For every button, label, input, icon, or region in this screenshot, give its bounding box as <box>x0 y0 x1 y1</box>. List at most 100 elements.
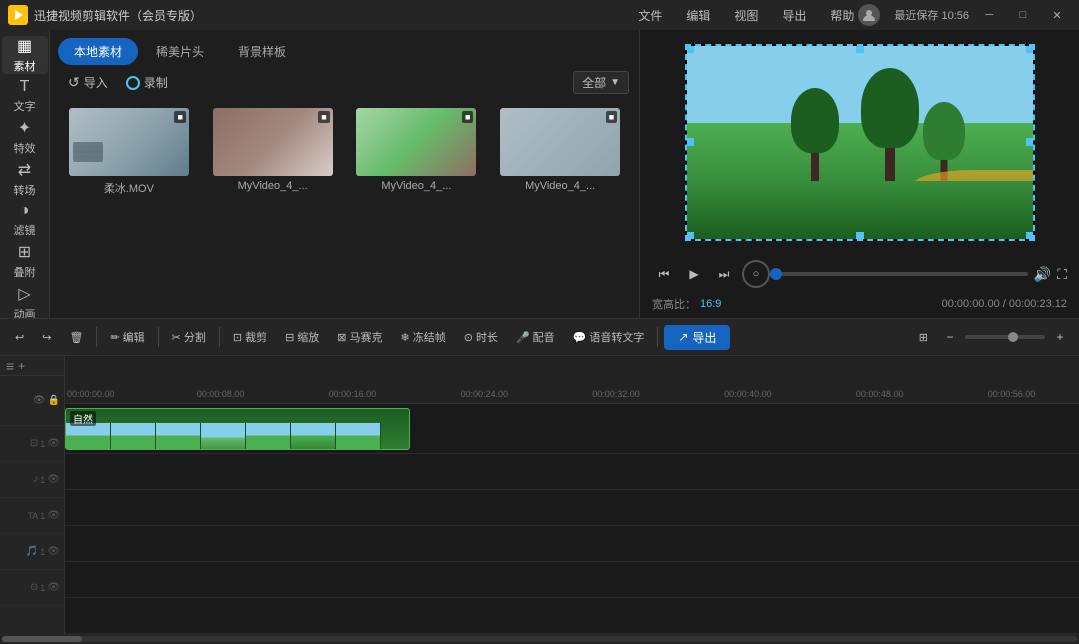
zoom-slider[interactable] <box>965 335 1045 339</box>
eye-icon-video[interactable]: 👁 <box>33 395 46 406</box>
zoom-in-button[interactable]: + <box>1049 326 1071 348</box>
aspect-ratio-value: 16:9 <box>700 298 721 310</box>
timeline-scrollbar[interactable] <box>0 634 1079 644</box>
sidebar-item-material[interactable]: ▦ 素材 <box>2 36 48 74</box>
redo-button[interactable]: ↪ <box>35 328 58 347</box>
preview-controls: ⏮ ▶ ⏭ ○ 🔊 ⛶ <box>640 254 1079 294</box>
resize-handle-tr[interactable] <box>1026 45 1034 53</box>
film-frame <box>336 423 381 450</box>
resize-handle-bl[interactable] <box>686 232 694 240</box>
sidebar-item-overlay[interactable]: ⊞ 叠附 <box>2 242 48 280</box>
menu-file[interactable]: 文件 <box>634 5 666 26</box>
filter-dropdown[interactable]: 全部 ▼ <box>573 71 629 94</box>
video-clip[interactable]: 自然 <box>65 408 410 450</box>
tab-backgrounds[interactable]: 背景样板 <box>222 38 302 65</box>
sidebar-item-animation[interactable]: ▷ 动画 <box>2 284 48 318</box>
ruler-label-1: 00:00:08.00 <box>197 389 245 399</box>
duration-button[interactable]: ⊙ 时长 <box>457 326 505 348</box>
delete-button[interactable]: 🗑 <box>62 328 90 347</box>
volume-icon[interactable]: 🔊 <box>1034 266 1051 283</box>
menu-edit[interactable]: 编辑 <box>682 5 714 26</box>
resize-handle-tl[interactable] <box>686 45 694 53</box>
trash-icon: 🗑 <box>69 331 83 344</box>
list-item[interactable]: ■ MyVideo_4_... <box>493 108 627 196</box>
resize-handle-ml[interactable] <box>686 138 694 146</box>
speech-icon: 💬 <box>573 331 587 344</box>
undo-button[interactable]: ↩ <box>8 328 31 347</box>
audio-button[interactable]: 🎤 配音 <box>509 326 562 348</box>
video-thumbnail-4[interactable]: ■ <box>500 108 620 176</box>
list-item[interactable]: ■ MyVideo_4_... <box>350 108 484 196</box>
export-button[interactable]: ↗ 导出 <box>664 325 730 350</box>
audio-track-label: ♪ 1 👁 <box>0 462 64 498</box>
record-button[interactable]: 录制 <box>144 74 168 91</box>
sidebar-item-text[interactable]: T 文字 <box>2 78 48 114</box>
edit-button[interactable]: ✏ 编辑 <box>103 326 151 348</box>
video-thumbnail-3[interactable]: ■ <box>356 108 476 176</box>
sidebar-item-effects[interactable]: ✦ 特效 <box>2 118 48 156</box>
mask-button[interactable]: ⊠ 马赛克 <box>330 326 389 348</box>
eye-icon-music[interactable]: 👁 <box>47 546 60 557</box>
video-badge: ■ <box>462 111 473 123</box>
skip-back-button[interactable]: ⏮ <box>652 262 676 286</box>
loop-button[interactable]: ○ <box>742 260 770 288</box>
import-button[interactable]: ↺ 导入 <box>60 71 116 94</box>
menu-bar[interactable]: 文件 编辑 视图 导出 帮助 <box>634 5 858 26</box>
video-label-3: MyVideo_4_... <box>381 180 451 192</box>
app-body: ▦ 素材 T 文字 ✦ 特效 ⇄ 转场 ◑ 滤镜 ⊞ 叠附 ▷ 动画 ♪ 配乐 <box>0 30 1079 318</box>
maximize-button[interactable]: □ <box>1009 4 1037 26</box>
list-item[interactable]: ■ MyVideo_4_... <box>206 108 340 196</box>
preview-area <box>640 30 1079 254</box>
ruler-label-2: 00:00:16.00 <box>329 389 377 399</box>
title-bar-right: 最近保存 10:56 ─ □ ✕ <box>858 4 1071 26</box>
subtitle-icon: ⊡ <box>30 438 38 449</box>
freeze-button[interactable]: ❄ 冻结帧 <box>394 326 453 348</box>
eye-icon-audio[interactable]: 👁 <box>47 474 60 485</box>
resize-handle-tm[interactable] <box>856 45 864 53</box>
fullscreen-icon[interactable]: ⛶ <box>1057 266 1067 283</box>
menu-view[interactable]: 视图 <box>730 5 762 26</box>
video-thumbnail-1[interactable]: ■ <box>69 108 189 176</box>
scroll-thumb[interactable] <box>2 636 82 642</box>
sidebar-item-transition[interactable]: ⇄ 转场 <box>2 160 48 198</box>
title-bar: 迅捷视频剪辑软件（会员专版） 文件 编辑 视图 导出 帮助 最近保存 10:56… <box>0 0 1079 30</box>
skip-forward-button[interactable]: ⏭ <box>712 262 736 286</box>
grid-view-button[interactable]: ⊞ <box>912 328 935 347</box>
resize-handle-br[interactable] <box>1026 232 1034 240</box>
progress-thumb[interactable] <box>770 268 782 280</box>
sidebar-item-filter[interactable]: ◑ 滤镜 <box>2 202 48 238</box>
list-item[interactable]: ■ 柔冰.MOV <box>62 108 196 196</box>
menu-help[interactable]: 帮助 <box>826 5 858 26</box>
tab-local-material[interactable]: 本地素材 <box>58 38 138 65</box>
video-badge: ■ <box>174 111 185 123</box>
close-button[interactable]: ✕ <box>1043 4 1071 26</box>
video-thumbnail-2[interactable]: ■ <box>213 108 333 176</box>
eye-icon-ta[interactable]: 👁 <box>47 510 60 521</box>
music-track-label: 🎵 1 👁 <box>0 534 64 570</box>
user-avatar[interactable] <box>858 4 880 26</box>
playback-progress-bar[interactable] <box>776 272 1028 276</box>
speech-to-text-button[interactable]: 💬 语音转文字 <box>566 326 652 348</box>
eye-icon-fx[interactable]: 👁 <box>47 582 60 593</box>
add-track-icon[interactable]: ≡ <box>6 358 14 374</box>
add-icon[interactable]: + <box>18 359 25 373</box>
scroll-track[interactable] <box>2 636 1077 642</box>
resize-handle-bm[interactable] <box>856 232 864 240</box>
lock-icon-video[interactable]: 🔒 <box>48 395 60 406</box>
media-panel: 本地素材 稀美片头 背景样板 ↺ 导入 录制 全部 ▼ ■ <box>50 30 640 318</box>
zoom-out-button[interactable]: − <box>939 326 961 348</box>
effects-icon: ✦ <box>18 118 31 138</box>
play-button[interactable]: ▶ <box>682 262 706 286</box>
resize-handle-mr[interactable] <box>1026 138 1034 146</box>
zoom-thumb[interactable] <box>1008 332 1018 342</box>
ruler-label-4: 00:00:32.00 <box>592 389 640 399</box>
eye-icon-sub[interactable]: 👁 <box>47 438 60 449</box>
crop-button[interactable]: ⊡ 裁剪 <box>226 326 274 348</box>
export-icon: ↗ <box>678 330 688 344</box>
menu-export[interactable]: 导出 <box>778 5 810 26</box>
minimize-button[interactable]: ─ <box>975 4 1003 26</box>
zoom-button[interactable]: ⊟ 缩放 <box>278 326 326 348</box>
split-button[interactable]: ✂ 分割 <box>165 326 213 348</box>
undo-icon: ↩ <box>15 331 24 344</box>
tab-premium-clips[interactable]: 稀美片头 <box>140 38 220 65</box>
